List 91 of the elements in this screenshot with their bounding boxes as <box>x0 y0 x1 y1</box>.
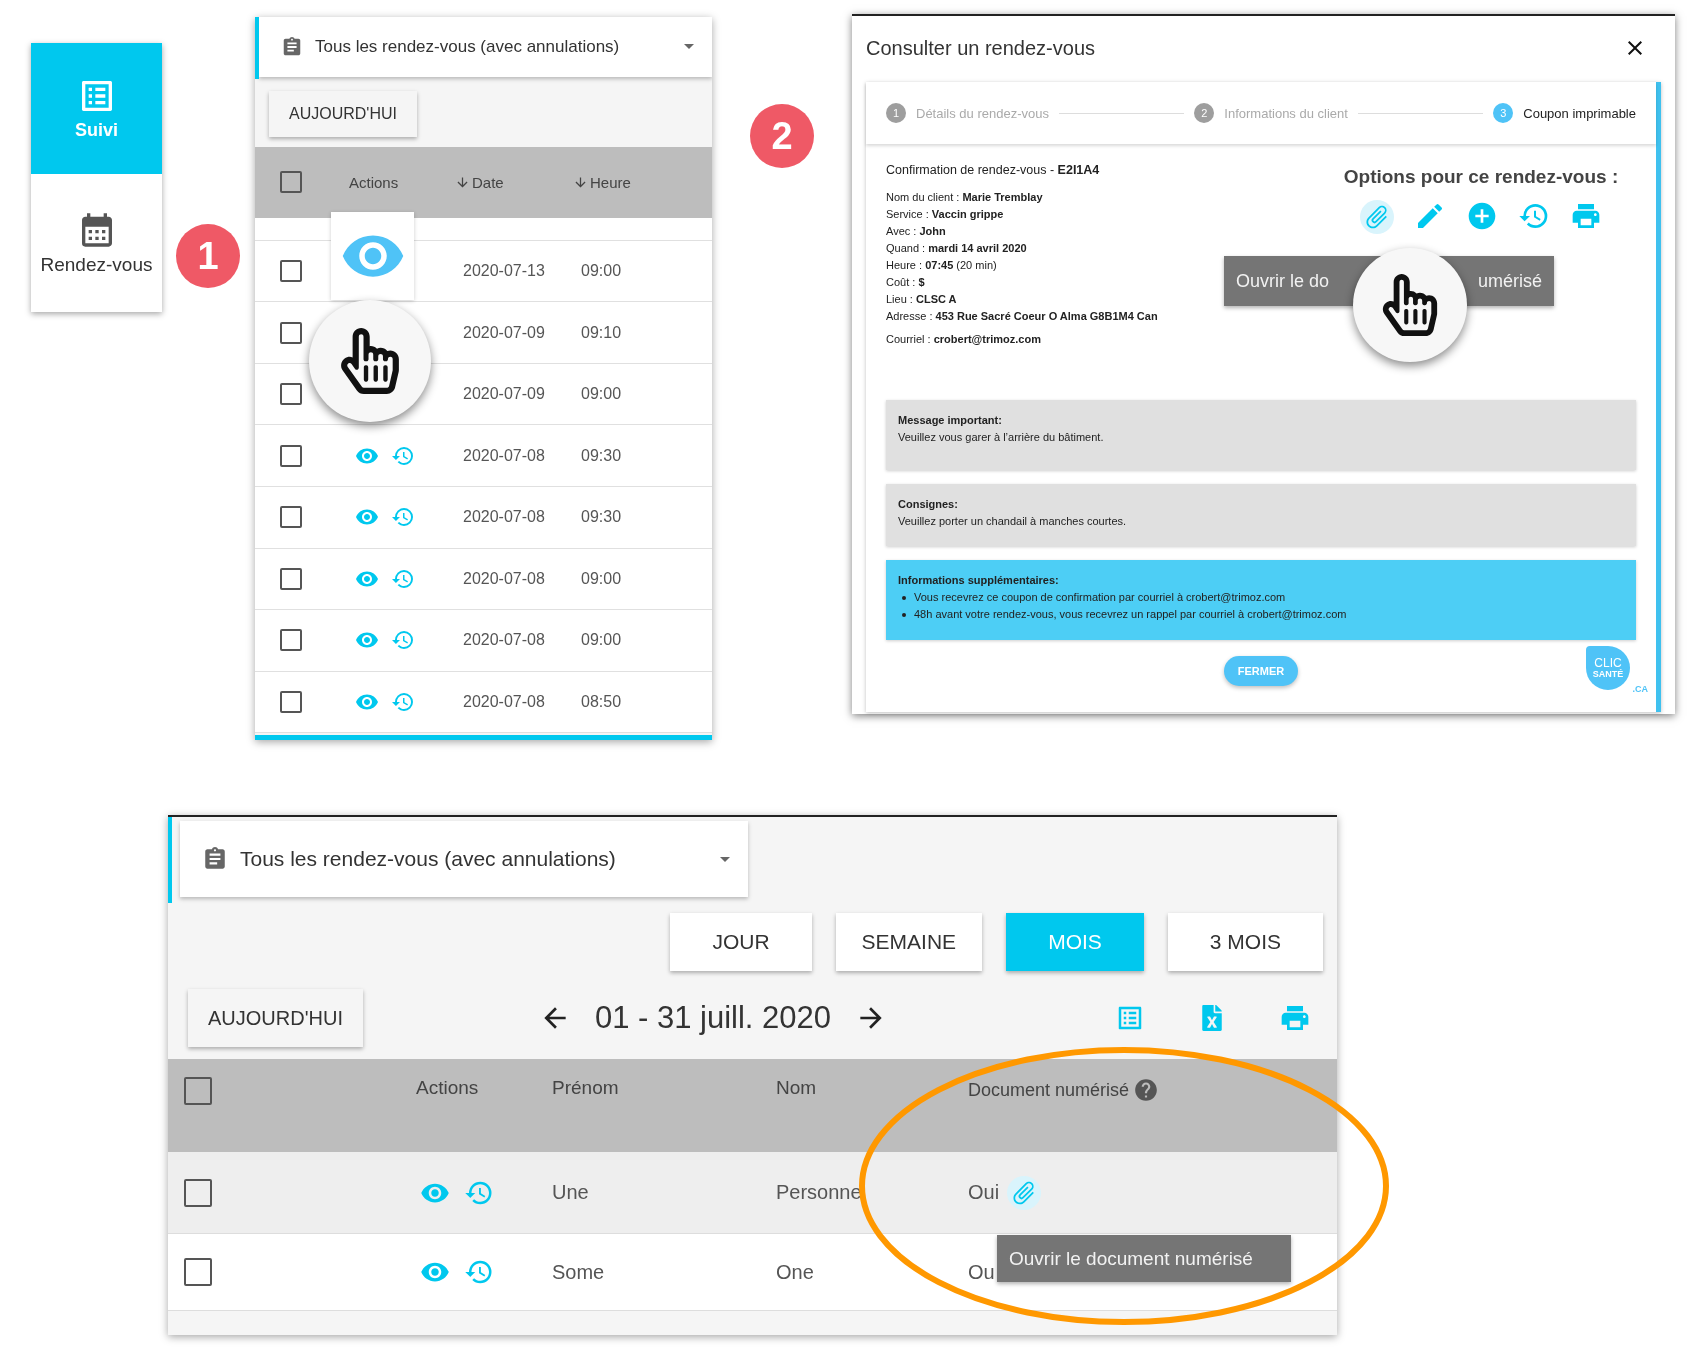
last-name-cell-text: Personne <box>776 1181 863 1204</box>
detail-line: Service : Vaccin grippe <box>886 207 1004 222</box>
step-number: 3 <box>1493 103 1514 123</box>
logo-text: CLIC <box>1594 657 1622 670</box>
tooltip-text: Ouvrir le do <box>1236 270 1330 292</box>
detail-line: Courriel : crobert@trimoz.com <box>886 332 1041 347</box>
filter-dropdown[interactable]: Tous les rendez-vous (avec annulations) <box>259 17 712 77</box>
help-icon[interactable] <box>1133 1077 1160 1103</box>
column-header: Prénom <box>552 1077 620 1099</box>
row-checkbox[interactable] <box>280 567 302 590</box>
step-number: 1 <box>886 103 906 123</box>
date-cell-text: 2020-07-09 <box>462 385 546 404</box>
filter-dropdown[interactable]: Tous les rendez-vous (avec annulations) <box>180 821 748 897</box>
row-checkbox[interactable] <box>280 260 302 283</box>
today-button[interactable]: AUJOURD'HUI <box>188 989 363 1047</box>
step-badge: 2 <box>750 104 814 168</box>
column-header: Document numérisé <box>968 1079 1130 1101</box>
row-checkbox[interactable] <box>280 321 302 344</box>
notice-title: Consignes: <box>898 497 959 512</box>
time-cell-text: 09:00 <box>580 631 623 650</box>
row-checkbox[interactable] <box>280 383 302 406</box>
options-title: Options pour ce rendez-vous : <box>1343 166 1619 188</box>
detail-line: Lieu : CLSC A <box>886 292 957 307</box>
column-header[interactable]: Heure <box>590 173 631 191</box>
date-cell-text: 2020-07-08 <box>462 508 546 527</box>
step-badge: 1 <box>176 224 240 288</box>
column-header: Actions <box>415 1077 480 1099</box>
dropdown-caret-icon <box>684 44 694 50</box>
select-all-checkbox[interactable] <box>280 171 302 194</box>
bullet-icon <box>902 612 906 617</box>
row-checkbox[interactable] <box>184 1258 212 1286</box>
detail-line: Quand : mardi 14 avril 2020 <box>886 241 1027 256</box>
info-title: Informations supplémentaires: <box>898 573 1060 588</box>
time-cell-text: 09:30 <box>580 508 623 527</box>
detail-line: Nom du client : Marie Tremblay <box>886 190 1043 205</box>
date-cell-text: 2020-07-09 <box>462 323 546 342</box>
dropdown-caret-icon <box>720 856 730 862</box>
clipboard-icon <box>202 846 228 872</box>
time-cell-text: 09:00 <box>580 569 623 588</box>
first-name-cell-text: Some <box>552 1260 606 1284</box>
clipboard-icon <box>281 35 303 58</box>
paperclip-icon[interactable] <box>1007 1175 1042 1210</box>
step-label[interactable]: Coupon imprimable <box>1523 105 1636 121</box>
last-name-cell-text: One <box>776 1260 815 1284</box>
row-checkbox[interactable] <box>280 690 302 713</box>
today-button[interactable]: AUJOURD'HUI <box>269 90 417 137</box>
date-cell-text: 2020-07-08 <box>462 569 546 588</box>
date-cell-text: 2020-07-08 <box>462 692 546 711</box>
date-cell-text: 2020-07-08 <box>462 631 546 650</box>
sidebar-item[interactable]: Rendez-vous <box>31 174 162 312</box>
row-checkbox[interactable] <box>280 506 302 529</box>
logo-text: .CA <box>1632 684 1648 694</box>
first-name-cell-text: Une <box>552 1181 590 1204</box>
row-checkbox[interactable] <box>280 629 302 652</box>
notice-title: Message important: <box>898 413 1003 428</box>
logo-text: SANTÉ <box>1592 669 1624 679</box>
bullet-icon <box>902 595 906 600</box>
detail-line: Adresse : 453 Rue Sacré Coeur O Alma G8B1M4 Can <box>886 309 1158 324</box>
tooltip-text: Ouvrir le document numérisé <box>1009 1247 1253 1270</box>
dialog-title: Consulter un rendez-vous <box>866 36 1095 60</box>
step-number: 2 <box>1194 103 1215 123</box>
row-checkbox[interactable] <box>280 444 302 467</box>
document-cell: Oui <box>968 1181 1000 1204</box>
document-cell: Ou <box>968 1260 995 1284</box>
detail-line: Avec : John <box>886 224 946 239</box>
time-cell-text: 09:10 <box>580 323 623 342</box>
time-cell-text: 09:00 <box>580 385 623 404</box>
time-cell-text: 09:00 <box>580 262 623 281</box>
column-header[interactable]: Date <box>472 173 504 191</box>
range-tab[interactable]: JOUR <box>670 913 812 971</box>
excel-file-icon[interactable] <box>1199 1005 1225 1031</box>
date-range-label: 01 - 31 juill. 2020 <box>594 1000 832 1036</box>
column-header: Nom <box>776 1077 818 1099</box>
date-cell-text: 2020-07-08 <box>462 446 546 465</box>
select-all-checkbox[interactable] <box>184 1077 212 1105</box>
detail-line: Heure : 07:45 (20 min) <box>886 258 997 273</box>
time-cell-text: 09:30 <box>580 446 623 465</box>
row-checkbox[interactable] <box>184 1178 212 1207</box>
notice-text: Veuillez vous garer à l’arrière du bâtiment. <box>898 430 1104 445</box>
date-cell-text: 2020-07-13 <box>462 262 546 281</box>
paperclip-icon[interactable] <box>1360 200 1394 234</box>
notice-text: Veuillez porter un chandail à manches courtes. <box>898 514 1127 529</box>
detail-line: Coût : $ <box>886 275 925 290</box>
info-text: 48h avant votre rendez-vous, vous recevrez un rappel par courriel à crobert@trimoz.com <box>914 607 1347 622</box>
range-tab[interactable]: 3 MOIS <box>1167 913 1323 971</box>
tooltip-text: umérisé <box>1477 270 1542 292</box>
confirmation-text: Confirmation de rendez-vous - E2I1A4 <box>886 162 1100 179</box>
time-cell-text: 08:50 <box>580 692 623 711</box>
info-text: Vous recevrez ce coupon de confirmation par courriel à crobert@trimoz.com <box>914 590 1286 605</box>
range-tab[interactable]: SEMAINE <box>835 913 983 971</box>
column-header: Actions <box>348 173 400 191</box>
